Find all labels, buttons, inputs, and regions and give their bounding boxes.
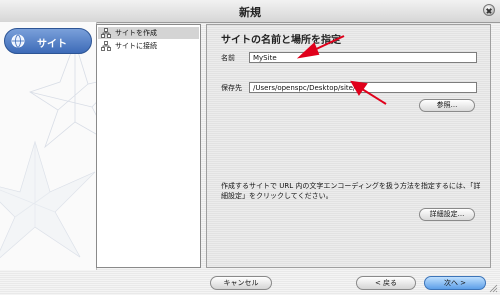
- back-button[interactable]: < 戻る: [356, 276, 416, 290]
- title-bar[interactable]: 新規: [0, 0, 500, 23]
- list-item-create-site[interactable]: サイトを作成: [98, 27, 199, 39]
- encoding-note: 作成するサイトで URL 内の文字エンコーディングを扱う方法を指定するには、「詳…: [221, 182, 481, 200]
- close-icon[interactable]: [483, 4, 495, 16]
- browse-button[interactable]: 参照...: [419, 99, 475, 112]
- next-button[interactable]: 次へ >: [424, 276, 486, 290]
- name-label: 名前: [221, 54, 235, 62]
- advanced-settings-button[interactable]: 詳細設定...: [419, 208, 475, 221]
- cancel-button[interactable]: キャンセル: [210, 276, 272, 290]
- new-site-window: 新規 サイト サイトを作成 サイトに接続 サイトの名前と場所を指定 名前 MyS…: [0, 0, 500, 295]
- task-list: サイトを作成 サイトに接続: [96, 24, 201, 268]
- list-item-label: サイトに接続: [115, 42, 157, 50]
- location-label: 保存先: [221, 84, 242, 92]
- list-item-connect-site[interactable]: サイトに接続: [98, 40, 199, 52]
- decorative-star-graphic: [0, 40, 96, 259]
- site-tree-icon: [101, 28, 111, 38]
- resize-grip-icon[interactable]: [488, 283, 498, 293]
- site-settings-panel: サイトの名前と場所を指定 名前 保存先 参照... 作成するサイトで URL 内…: [206, 24, 491, 268]
- site-category-tab[interactable]: サイト: [4, 28, 92, 54]
- category-sidebar: サイト: [0, 22, 97, 270]
- globe-icon: [11, 34, 25, 48]
- site-tree-icon: [101, 41, 111, 51]
- list-item-label: サイトを作成: [115, 29, 157, 37]
- site-name-input[interactable]: [249, 52, 477, 63]
- save-location-input[interactable]: [249, 82, 477, 93]
- panel-heading: サイトの名前と場所を指定: [221, 35, 341, 46]
- site-tab-label: サイト: [37, 39, 67, 50]
- window-title: 新規: [239, 6, 261, 19]
